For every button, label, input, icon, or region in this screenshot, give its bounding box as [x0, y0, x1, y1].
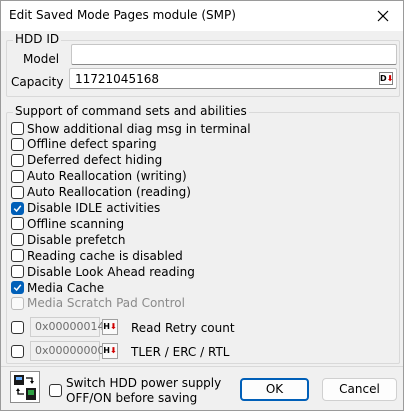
option-checkbox[interactable]	[11, 153, 24, 167]
title-bar: Edit Saved Mode Pages module (SMP)	[1, 1, 403, 31]
option-row[interactable]: Auto Reallocation (reading)	[11, 185, 191, 200]
option-row: Media Scratch Pad Control	[11, 296, 185, 311]
option-checkbox[interactable]	[11, 169, 24, 183]
model-field[interactable]	[71, 44, 397, 65]
option-label: Deferred defect hiding	[27, 153, 163, 168]
option-checkbox[interactable]	[11, 233, 24, 247]
read-retry-label: Read Retry count	[131, 321, 235, 335]
power-cycle-icon[interactable]	[10, 371, 40, 403]
footer-separator	[1, 366, 403, 367]
option-label: Media Scratch Pad Control	[27, 296, 185, 311]
window-title: Edit Saved Mode Pages module (SMP)	[9, 8, 236, 22]
option-label: Offline defect sparing	[27, 137, 157, 152]
option-label: Disable prefetch	[27, 232, 126, 247]
tler-input[interactable]: 0x00000000	[30, 341, 105, 361]
option-row[interactable]: Auto Reallocation (writing)	[11, 169, 187, 184]
cancel-button[interactable]: Cancel	[322, 378, 397, 401]
option-label: Offline scanning	[27, 216, 125, 231]
power-switch-icon	[14, 375, 36, 400]
option-row[interactable]: Disable IDLE activities	[11, 201, 160, 216]
option-label: Show additional diag msg in terminal	[27, 121, 251, 136]
option-row[interactable]: Disable prefetch	[11, 232, 126, 247]
close-button[interactable]	[363, 1, 403, 31]
hex-format-icon[interactable]: H⬇	[102, 343, 118, 359]
read-retry-input[interactable]: 0x00000014	[30, 317, 105, 337]
model-label: Model	[23, 52, 60, 66]
option-label: Disable IDLE activities	[27, 201, 161, 215]
option-row[interactable]: Show additional diag msg in terminal	[11, 121, 251, 136]
option-label: Auto Reallocation (writing)	[27, 169, 187, 184]
power-cycle-checkbox[interactable]	[49, 384, 62, 397]
option-row[interactable]: Offline defect sparing	[11, 137, 157, 152]
ok-button[interactable]: OK	[240, 378, 309, 401]
option-checkbox[interactable]	[11, 185, 24, 199]
option-checkbox[interactable]	[11, 122, 24, 135]
option-checkbox	[11, 296, 24, 310]
power-cycle-label-1: Switch HDD power supply	[66, 376, 222, 390]
tler-label: TLER / ERC / RTL	[131, 345, 230, 359]
hdd-id-group-title: HDD ID	[13, 32, 62, 46]
read-retry-value: 0x00000014	[35, 320, 105, 333]
option-checkbox[interactable]	[11, 217, 24, 231]
option-checkbox[interactable]	[11, 265, 24, 279]
option-label: Media Cache	[27, 280, 105, 295]
tler-value: 0x00000000	[35, 344, 105, 357]
option-label: Reading cache is disabled	[27, 248, 183, 263]
capacity-value: 11721045168	[75, 72, 159, 86]
option-row[interactable]: Offline scanning	[11, 216, 124, 231]
option-row[interactable]: Reading cache is disabled	[11, 248, 183, 263]
option-checkbox[interactable]	[11, 281, 24, 294]
option-row[interactable]: Disable Look Ahead reading	[11, 264, 195, 279]
option-checkbox[interactable]	[11, 249, 24, 263]
power-cycle-label-2: OFF/ON before saving	[66, 391, 198, 405]
option-label: Auto Reallocation (reading)	[27, 185, 191, 200]
option-row[interactable]: Deferred defect hiding	[11, 153, 162, 168]
read-retry-checkbox[interactable]	[11, 321, 24, 334]
option-label: Disable Look Ahead reading	[27, 264, 195, 279]
support-group-title: Support of command sets and abilities	[13, 104, 249, 118]
option-row[interactable]: Media Cache	[11, 280, 104, 295]
hex-format-icon[interactable]: H⬇	[102, 319, 118, 335]
option-checkbox[interactable]	[11, 201, 24, 215]
option-checkbox[interactable]	[11, 137, 24, 151]
capacity-label: Capacity	[11, 75, 64, 89]
capacity-field[interactable]: 11721045168 D⬇	[69, 68, 397, 89]
close-icon	[377, 10, 389, 22]
decimal-format-icon[interactable]: D⬇	[379, 72, 393, 85]
tler-checkbox[interactable]	[11, 345, 24, 358]
smp-dialog: Edit Saved Mode Pages module (SMP) HDD I…	[0, 0, 404, 411]
